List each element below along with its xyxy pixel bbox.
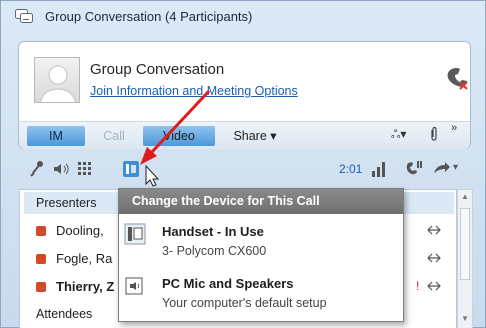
mode-bar: IM Call Video Share ▾ ஃ▾ » [19,121,470,149]
participant-name: Fogle, Ra [56,251,113,266]
device-option-subtitle: Your computer's default setup [162,296,327,310]
mute-icon[interactable] [27,159,47,179]
window-title: Group Conversation (4 Participants) [45,9,253,24]
dialpad-icon[interactable] [75,159,95,179]
transfer-call-icon[interactable] [431,159,451,179]
people-options-icon[interactable]: ஃ▾ [391,127,406,143]
call-button[interactable]: Call [85,126,143,146]
scroll-down-icon[interactable]: ▼ [461,314,469,323]
avatar [34,57,80,103]
conversation-window: Group Conversation (4 Participants) Grou… [0,0,486,328]
participant-status-icons: ! [416,225,441,293]
roster-scrollbar[interactable]: ▲ ▼ [457,189,473,328]
scrollbar-thumb[interactable] [460,208,470,280]
participant-name: Dooling, [56,223,104,238]
conversation-name: Group Conversation [90,61,225,78]
video-button[interactable]: Video [143,126,215,146]
device-option-title: PC Mic and Speakers [162,276,294,291]
scroll-up-icon[interactable]: ▲ [461,192,469,201]
call-timer: 2:01 [339,162,363,176]
device-menu-title: Change the Device for This Call [119,189,403,214]
share-button[interactable]: Share ▾ [225,126,285,146]
handset-icon [124,223,146,245]
device-icon[interactable] [121,159,141,179]
hang-up-icon[interactable] [444,65,470,91]
attendees-group-header[interactable]: Attendees [36,307,92,321]
im-button[interactable]: IM [27,126,85,146]
call-toolbar: 2:01 ▾ [17,157,473,183]
hold-call-icon[interactable] [403,159,423,179]
device-option-subtitle: 3- Polycom CX600 [162,244,267,258]
conversation-icon [15,9,33,23]
presence-busy-icon [36,226,46,236]
join-info-link[interactable]: Join Information and Meeting Options [90,84,298,98]
transfer-dropdown-icon[interactable]: ▾ [453,162,458,173]
svg-text:!: ! [416,279,419,293]
title-bar: Group Conversation (4 Participants) [1,1,486,31]
device-option-handset[interactable]: Handset - In Use 3- Polycom CX600 [119,216,403,266]
call-quality-icon [372,162,385,177]
attachment-icon[interactable] [429,126,439,142]
volume-icon[interactable] [51,159,71,179]
participant-name: Thierry, Z [56,279,115,294]
pc-speaker-icon [125,277,143,295]
device-option-title: Handset - In Use [162,224,264,239]
device-option-pc-mic[interactable]: PC Mic and Speakers Your computer's defa… [119,268,403,318]
more-options-icon[interactable]: » [451,122,457,134]
device-menu: Change the Device for This Call Handset … [118,188,404,322]
conversation-header: Group Conversation Join Information and … [18,41,471,149]
presence-busy-icon [36,282,46,292]
presence-busy-icon [36,254,46,264]
